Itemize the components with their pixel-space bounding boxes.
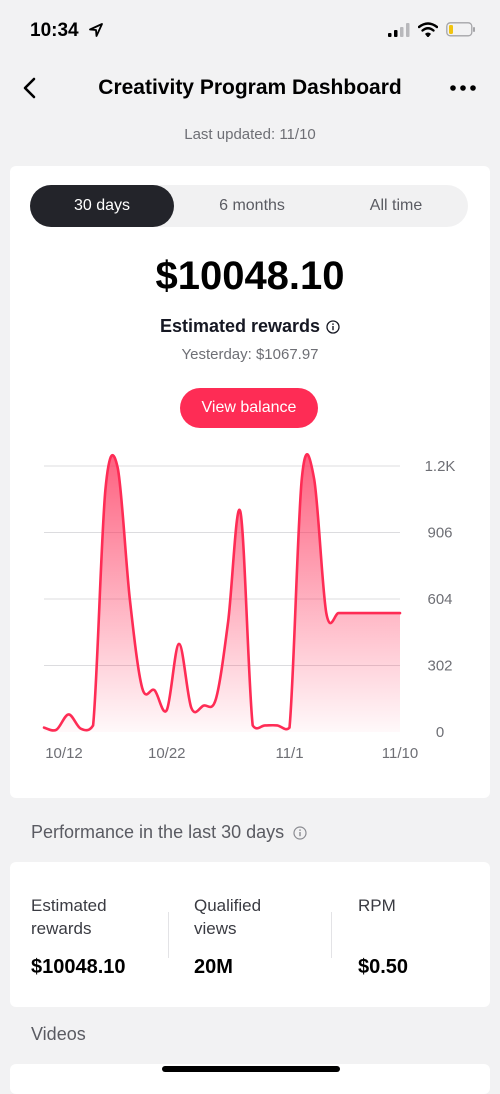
metric-label: views bbox=[194, 919, 237, 938]
performance-card: Estimated rewards $10048.10 Qualified vi… bbox=[10, 862, 490, 1007]
estimated-rewards-label: Estimated rewards bbox=[159, 316, 321, 336]
last-updated-text: Last updated: 11/10 bbox=[184, 126, 316, 143]
time-range-selector: 30 days 6 months All time bbox=[30, 185, 468, 227]
tab-30-days[interactable]: 30 days bbox=[30, 185, 174, 227]
divider bbox=[168, 912, 169, 958]
view-balance-button[interactable]: View balance bbox=[180, 388, 318, 428]
more-options-icon[interactable] bbox=[448, 76, 478, 100]
yesterday-rewards: Yesterday: $1067.97 bbox=[181, 346, 319, 363]
battery-icon bbox=[446, 22, 475, 37]
x-tick-label: 10/22 bbox=[148, 745, 186, 762]
videos-section-title: Videos bbox=[31, 1024, 86, 1044]
metric-label: Qualified bbox=[194, 896, 262, 915]
page-title: Creativity Program Dashboard bbox=[98, 76, 402, 99]
tab-all-time[interactable]: All time bbox=[324, 185, 468, 227]
wifi-icon bbox=[418, 22, 438, 37]
y-tick-label: 604 bbox=[427, 591, 452, 608]
x-tick-label: 11/1 bbox=[275, 745, 303, 762]
status-time: 10:34 bbox=[30, 20, 79, 41]
metric-label: RPM bbox=[358, 896, 396, 915]
performance-title: Performance in the last 30 days bbox=[31, 822, 285, 842]
y-tick-label: 0 bbox=[436, 724, 444, 741]
y-tick-label: 302 bbox=[427, 658, 452, 675]
metric-value: $10048.10 bbox=[31, 956, 126, 978]
estimated-rewards-heading: Estimated rewards bbox=[10, 316, 490, 337]
cellular-signal-icon bbox=[388, 22, 410, 37]
info-icon[interactable] bbox=[293, 826, 307, 840]
x-tick-label: 10/12 bbox=[45, 745, 83, 762]
home-indicator bbox=[162, 1066, 340, 1072]
estimated-rewards-amount: $10048.10 bbox=[155, 254, 345, 298]
navigation-header: Creativity Program Dashboard bbox=[0, 62, 500, 114]
metric-label: Estimated bbox=[31, 896, 107, 915]
metric-label: rewards bbox=[31, 919, 92, 938]
rewards-area bbox=[44, 454, 400, 732]
earnings-card: 30 days 6 months All time $10048.10 Esti… bbox=[10, 166, 490, 798]
status-bar: 10:34 bbox=[0, 0, 500, 60]
divider bbox=[331, 912, 332, 958]
performance-section-title: Performance in the last 30 days bbox=[31, 822, 307, 843]
rewards-chart: 0 302 604 906 1.2K 10/12 10/22 11/1 11/10 bbox=[42, 453, 456, 762]
metric-qualified-views: Qualified views 20M bbox=[194, 894, 262, 978]
y-tick-label: 1.2K bbox=[425, 458, 456, 475]
x-tick-label: 11/10 bbox=[382, 745, 418, 762]
location-arrow-icon bbox=[89, 23, 103, 37]
metric-value: 20M bbox=[194, 956, 233, 978]
metric-estimated-rewards: Estimated rewards $10048.10 bbox=[31, 894, 126, 978]
metric-value: $0.50 bbox=[358, 956, 409, 978]
metric-rpm: RPM $0.50 bbox=[358, 894, 408, 978]
info-icon[interactable] bbox=[326, 320, 340, 334]
y-tick-label: 906 bbox=[427, 525, 452, 542]
tab-6-months[interactable]: 6 months bbox=[180, 185, 324, 227]
